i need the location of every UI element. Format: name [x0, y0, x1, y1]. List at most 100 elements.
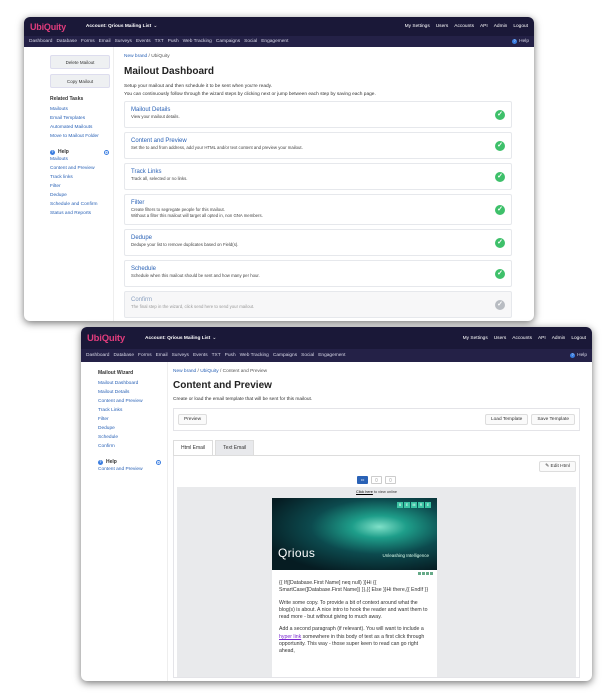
sidebar-link-move-folder[interactable]: Move to Mailout Folder	[50, 132, 109, 141]
step-dedupe[interactable]: Dedupe Dedupe your list to remove duplica…	[124, 229, 512, 256]
nav-item[interactable]: Campaigns	[216, 39, 240, 44]
nav-item[interactable]: Email	[156, 353, 168, 358]
preview-button[interactable]: Preview	[178, 414, 208, 425]
expand-icon[interactable]: +	[156, 459, 161, 465]
mobile-icon[interactable]: ▯	[385, 476, 396, 484]
edit-html-button[interactable]: ✎ Edit Html	[539, 461, 576, 472]
wizard-link[interactable]: Mailout Details	[98, 388, 161, 397]
help-link[interactable]: ? Help	[570, 353, 587, 358]
nav-item[interactable]: Events	[136, 39, 151, 44]
nav-item[interactable]: Forms	[138, 353, 152, 358]
copy-mailout-button[interactable]: Copy Mailout	[50, 74, 110, 88]
nav-item[interactable]: TXT	[155, 39, 164, 44]
sidebar-link-email-templates[interactable]: Email Templates	[50, 114, 109, 123]
ubiquity-logo[interactable]: UbiQuity	[87, 333, 125, 344]
nav-item[interactable]: Database	[56, 39, 77, 44]
top-link[interactable]: Admin	[494, 24, 508, 29]
desktop-icon[interactable]: ▭	[357, 476, 368, 484]
save-template-button[interactable]: Save Template	[531, 414, 575, 425]
help-link-item[interactable]: Filter	[50, 182, 109, 191]
wizard-link[interactable]: Content and Preview	[98, 397, 161, 406]
help-link-item[interactable]: Status and Reports	[50, 209, 109, 218]
top-link[interactable]: My Settings	[405, 24, 430, 29]
step-title[interactable]: Filter	[131, 200, 505, 206]
step-schedule[interactable]: Schedule Schedule when this mailout shoul…	[124, 260, 512, 287]
nav-item[interactable]: Dashboard	[29, 39, 52, 44]
help-link-item[interactable]: Content and Preview	[50, 164, 109, 173]
load-template-button[interactable]: Load Template	[484, 414, 529, 425]
wizard-link[interactable]: Mailout Dashboard	[98, 379, 161, 388]
nav-item[interactable]: Engagement	[261, 39, 288, 44]
tablet-icon[interactable]: ▯	[371, 476, 382, 484]
chevron-down-icon[interactable]: ⌄	[153, 24, 157, 29]
breadcrumb-link[interactable]: New brand	[173, 369, 196, 374]
nav-item[interactable]: Campaigns	[273, 353, 297, 358]
top-link[interactable]: Users	[436, 24, 449, 29]
nav-item[interactable]: Engagement	[318, 353, 345, 358]
nav-item[interactable]: Email	[99, 39, 111, 44]
help-link-item[interactable]: Schedule and Confirm	[50, 200, 109, 209]
step-confirm[interactable]: Confirm The final step in the wizard, cli…	[124, 291, 512, 318]
delete-mailout-button[interactable]: Delete Mailout	[50, 55, 110, 69]
nav-item[interactable]: Social	[301, 353, 314, 358]
step-track-links[interactable]: Track Links Track all, selected or no lin…	[124, 163, 512, 190]
step-title[interactable]: Track Links	[131, 169, 505, 175]
social-icon[interactable]	[422, 572, 425, 575]
nav-item[interactable]: Web Tracking	[183, 39, 212, 44]
step-mailout-details[interactable]: Mailout Details View your mailout details…	[124, 101, 512, 128]
ubiquity-logo[interactable]: UbiQuity	[30, 22, 66, 32]
top-link[interactable]: Logout	[571, 336, 586, 341]
breadcrumb-link[interactable]: New brand	[124, 54, 147, 59]
sidebar-link-automated-mailouts[interactable]: Automated Mailouts	[50, 123, 109, 132]
nav-item[interactable]: Web Tracking	[240, 353, 269, 358]
top-link[interactable]: Accounts	[454, 24, 474, 29]
sidebar-link-mailouts[interactable]: Mailouts	[50, 105, 109, 114]
step-title[interactable]: Dedupe	[131, 235, 505, 241]
wizard-link[interactable]: Dedupe	[98, 424, 161, 433]
step-title[interactable]: Content and Preview	[131, 138, 505, 144]
nav-item[interactable]: TXT	[212, 353, 221, 358]
social-icon[interactable]	[430, 572, 433, 575]
account-selector[interactable]: Account: Qrious Mailing List	[86, 24, 151, 29]
step-filter[interactable]: Filter Create filters to segregate people…	[124, 194, 512, 225]
wizard-link[interactable]: Schedule	[98, 433, 161, 442]
chevron-down-icon[interactable]: ⌄	[212, 336, 216, 341]
nav-item[interactable]: Database	[113, 353, 134, 358]
social-icon[interactable]	[418, 572, 421, 575]
help-link-item[interactable]: Track links	[50, 173, 109, 182]
help-link[interactable]: ? Help	[512, 39, 529, 44]
top-link[interactable]: Admin	[552, 336, 566, 341]
tab-text-email[interactable]: Text Email	[215, 440, 255, 455]
social-icon[interactable]	[426, 572, 429, 575]
help-link-item[interactable]: Content and Preview	[98, 465, 161, 474]
top-link[interactable]: API	[538, 336, 546, 341]
nav-item[interactable]: Forms	[81, 39, 95, 44]
top-link[interactable]: My Settings	[463, 336, 488, 341]
nav-item[interactable]: Dashboard	[86, 353, 109, 358]
step-content-preview[interactable]: Content and Preview Set the to and from a…	[124, 132, 512, 159]
account-selector[interactable]: Account: Qrious Mailing List	[145, 336, 210, 341]
wizard-link[interactable]: Confirm	[98, 442, 161, 451]
top-link[interactable]: Users	[494, 336, 507, 341]
top-link[interactable]: Accounts	[512, 336, 532, 341]
nav-item[interactable]: Push	[168, 39, 179, 44]
nav-item[interactable]: Events	[193, 353, 208, 358]
nav-item[interactable]: Push	[225, 353, 236, 358]
tab-html-email[interactable]: Html Email	[173, 440, 214, 455]
nav-item[interactable]: Surveys	[115, 39, 132, 44]
breadcrumb-link[interactable]: UbiQuity	[200, 369, 218, 374]
email-hyperlink[interactable]: hyper link	[279, 634, 301, 640]
nav-item[interactable]: Social	[244, 39, 257, 44]
step-title[interactable]: Confirm	[131, 297, 505, 303]
help-link-item[interactable]: Dedupe	[50, 191, 109, 200]
step-title[interactable]: Mailout Details	[131, 107, 505, 113]
top-link[interactable]: API	[480, 24, 488, 29]
view-online-link[interactable]: Click here	[356, 490, 373, 494]
help-link-item[interactable]: Mailouts	[50, 155, 109, 164]
expand-icon[interactable]: +	[104, 149, 109, 155]
wizard-link[interactable]: Filter	[98, 415, 161, 424]
nav-item[interactable]: Surveys	[172, 353, 189, 358]
wizard-link[interactable]: Track Links	[98, 406, 161, 415]
top-link[interactable]: Logout	[513, 24, 528, 29]
step-title[interactable]: Schedule	[131, 266, 505, 272]
